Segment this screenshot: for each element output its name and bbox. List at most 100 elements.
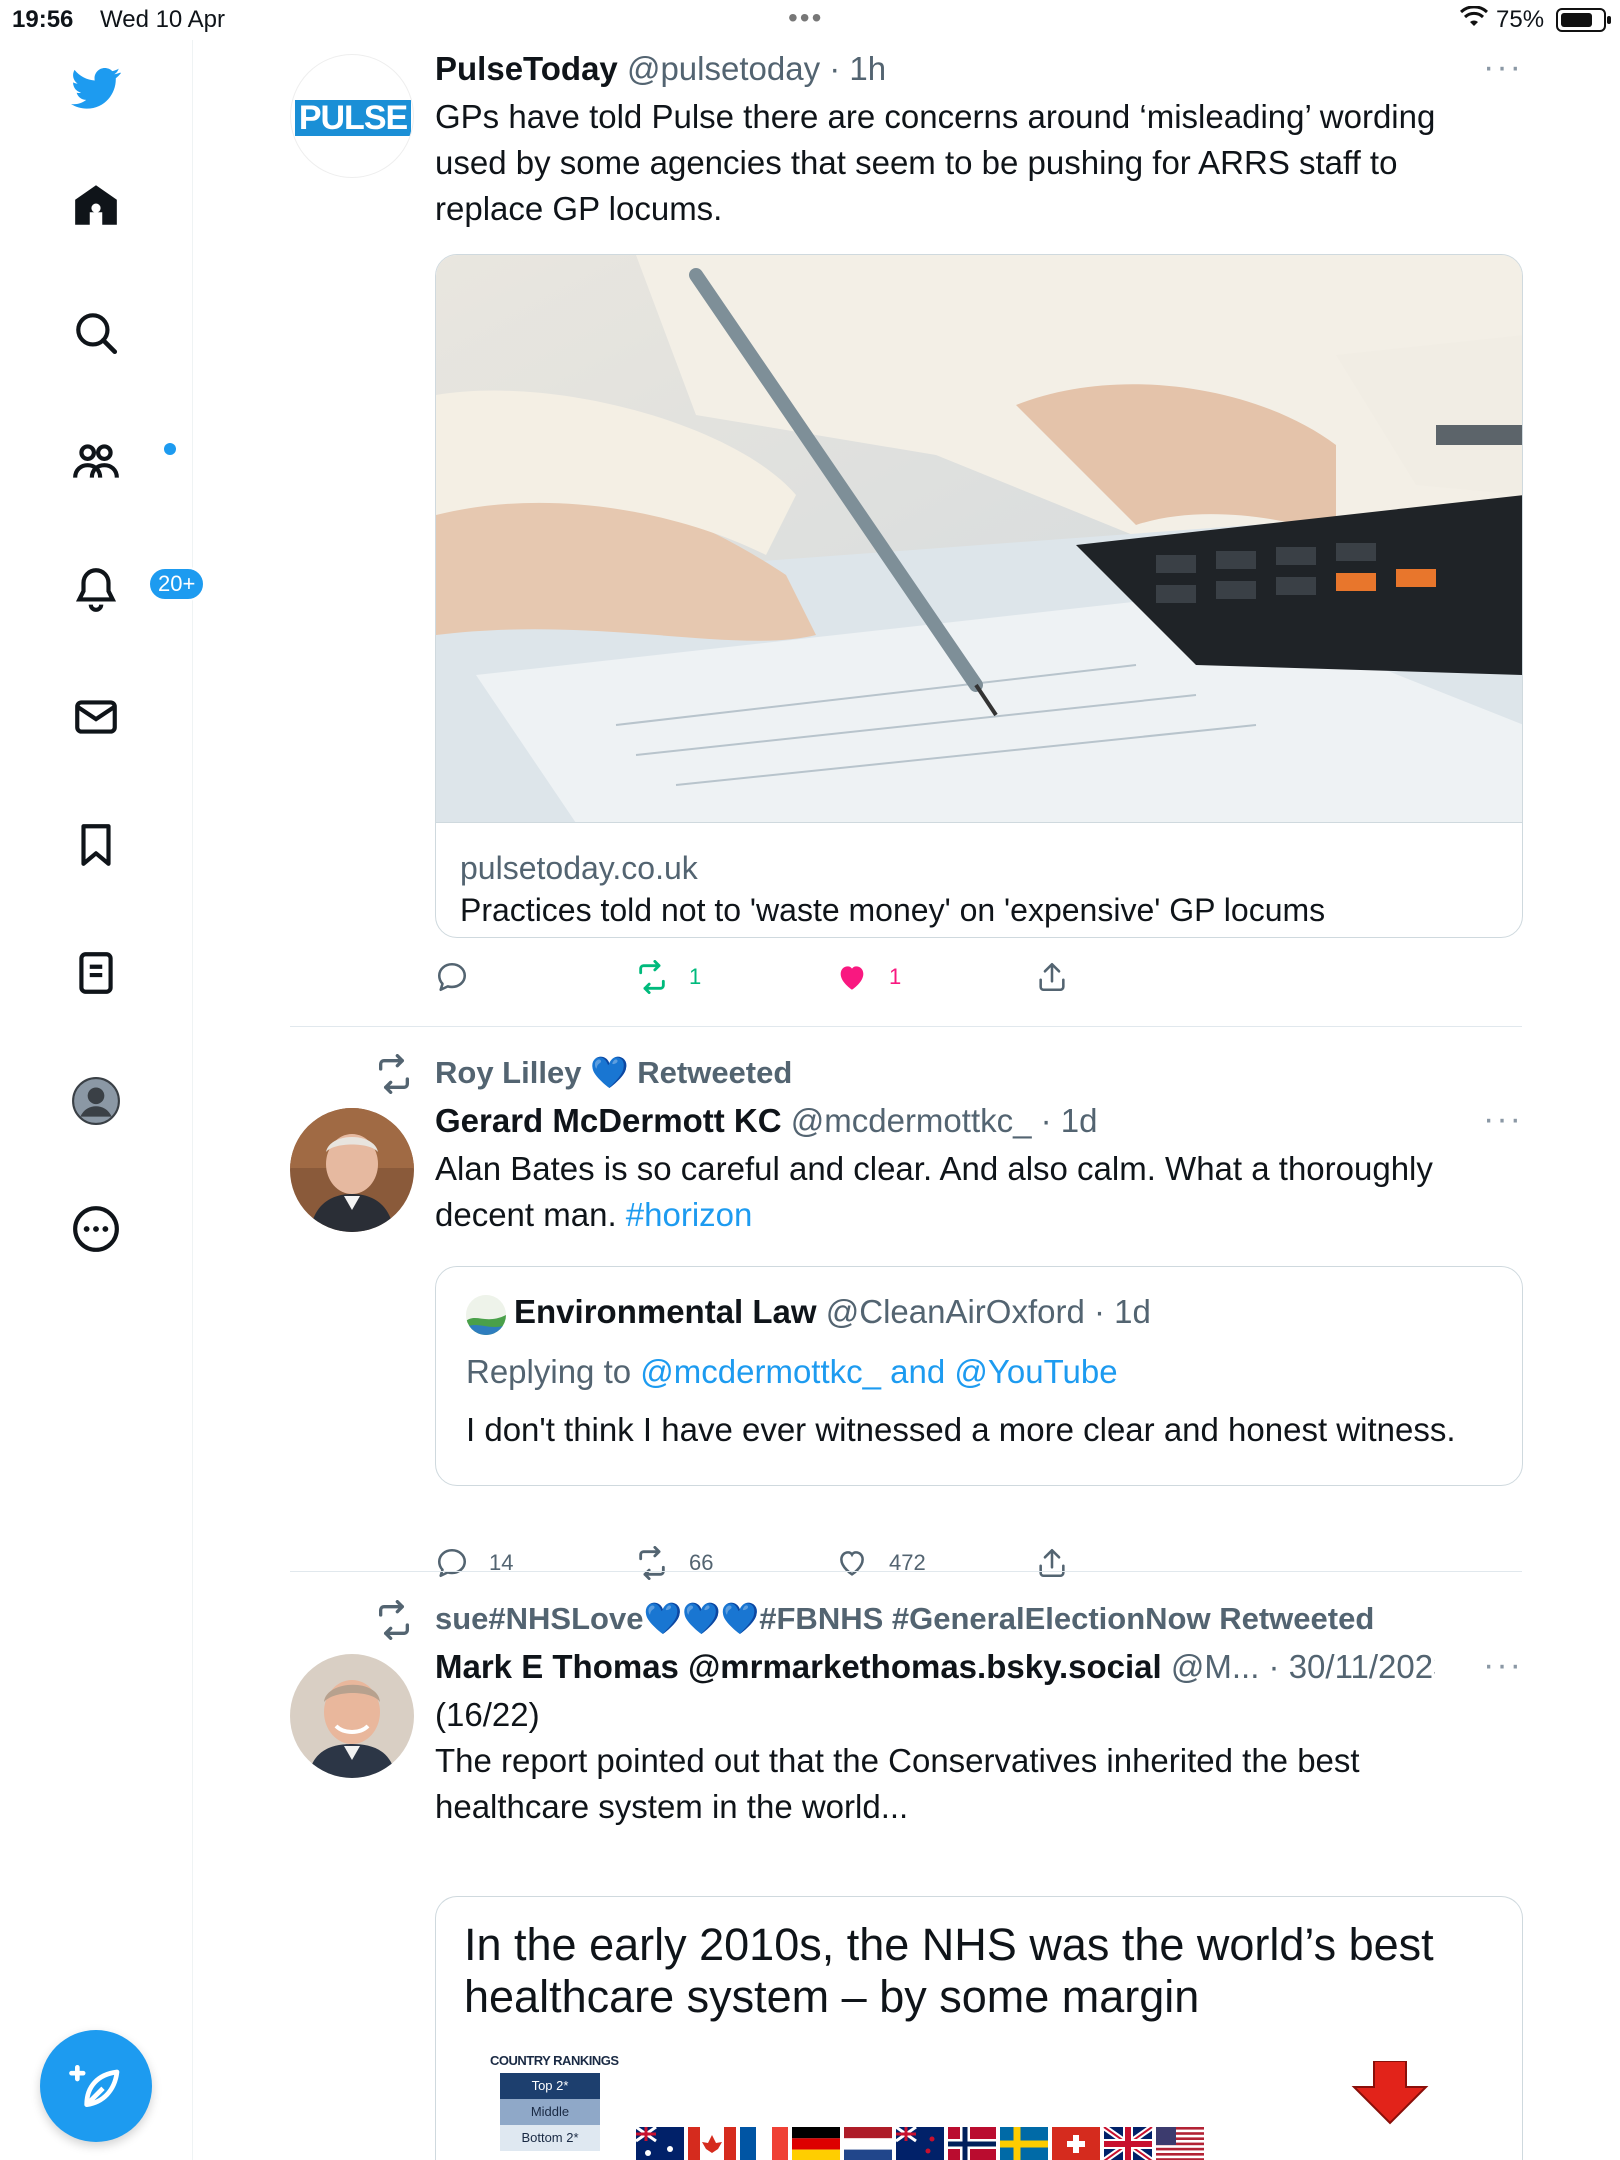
quoted-tweet[interactable]: Environmental Law @CleanAirOxford · 1d R… [435,1266,1523,1486]
share-button[interactable] [1035,960,1069,994]
tweet-text: GPs have told Pulse there are concerns a… [435,98,1436,227]
tweet-header: Mark E Thomas @mrmarkethomas.bsky.social… [435,1646,1435,1688]
hashtag-link[interactable]: #horizon [626,1196,753,1233]
replying-to-handles[interactable]: @mcdermottkc_ and @YouTube [640,1353,1117,1390]
notifications-badge: 20+ [148,567,206,601]
author-handle[interactable]: @mcdermottkc_ [791,1102,1032,1139]
author-name[interactable]: Gerard McDermott KC [435,1102,782,1139]
pulse-logo: PULSE [295,100,411,136]
like-button[interactable]: 472 [835,1546,926,1580]
sidebar: 20+ [0,40,206,2160]
search-icon[interactable] [60,297,132,369]
multitasking-dots-icon[interactable]: ••• [788,2,823,34]
tweet[interactable]: PULSE PulseToday @pulsetoday · 1h ··· GP… [290,40,1523,1026]
share-button[interactable] [1035,1546,1069,1580]
link-card-image [436,255,1522,823]
flag-nor [948,2127,996,2160]
avatar[interactable] [290,1654,414,1778]
retweet-context-icon [379,1600,409,1640]
retweeted-by: sue#NHSLove💙💙💙#FBNHS #GeneralElectionNow… [435,1601,1375,1636]
quoted-header: Environmental Law @CleanAirOxford · 1d [514,1291,1151,1333]
author-handle[interactable]: @pulsetoday [627,50,820,87]
flag-swiz [1052,2127,1100,2160]
tweet-time[interactable]: · 30/11/2023 [1269,1648,1435,1685]
battery-icon [1556,8,1611,32]
country-flags-row: AUSCANFRA GERNETHNZ NORSWESWIZ UKUS [635,2127,1204,2160]
image-headline: In the early 2010s, the NHS was the worl… [464,1919,1434,2022]
tweet-image[interactable]: In the early 2010s, the NHS was the worl… [435,1896,1523,2160]
bookmarks-icon[interactable] [60,809,132,881]
flag-ger [792,2127,840,2160]
more-options-icon[interactable]: ··· [1483,1646,1523,1685]
link-card-title: Practices told not to 'waste money' on '… [460,892,1326,928]
home-icon[interactable] [60,169,132,241]
tweet[interactable]: Roy Lilley 💙 Retweeted Gerard McDermott … [290,1040,1523,1580]
twitter-bird-icon[interactable] [60,52,132,124]
legend-top: Top 2* [500,2073,600,2099]
retweet-button[interactable]: 66 [635,1546,713,1580]
author-name[interactable]: PulseToday [435,50,618,87]
tweet-text: Alan Bates is so careful and clear. And … [435,1146,1495,1238]
tweet-actions: 14 66 472 [435,1546,1155,1586]
tweet[interactable]: sue#NHSLove💙💙💙#FBNHS #GeneralElectionNow… [290,1586,1523,2160]
tweet-actions: 1 1 [435,960,1155,1000]
status-date: Wed 10 Apr [100,6,225,33]
reply-button[interactable] [435,960,489,994]
tweet-text: The report pointed out that the Conserva… [435,1742,1360,1825]
flag-swe [1000,2127,1048,2160]
author-handle[interactable]: @M... [1171,1648,1260,1685]
compose-button[interactable] [40,2030,152,2142]
link-card[interactable]: pulsetoday.co.uk Practices told not to '… [435,254,1523,938]
tweet-content: PulseToday @pulsetoday · 1h ··· GPs have… [435,48,1523,232]
retweet-icon [639,960,665,994]
flag-fra [740,2127,788,2160]
flag-uk [1102,2127,1154,2160]
tweet-text-body: Alan Bates is so careful and clear. And … [435,1150,1433,1233]
profile-icon[interactable] [60,1065,132,1137]
author-name[interactable]: Mark E Thomas @mrmarkethomas.bsky.social [435,1648,1162,1685]
quoted-text: I don't think I have ever witnessed a mo… [466,1411,1456,1448]
like-button[interactable]: 1 [835,960,901,994]
flag-can [688,2127,736,2160]
heart-filled-icon [840,966,864,990]
retweet-button[interactable]: 1 [635,960,701,994]
quoted-avatar-logo [466,1295,506,1335]
replying-to-prefix: Replying to [466,1353,641,1390]
avatar[interactable] [290,1108,414,1232]
communities-notification-dot [164,443,176,455]
notifications-icon[interactable]: 20+ [60,553,206,625]
wifi-icon [1459,5,1489,35]
tweet-header: Gerard McDermott KC @mcdermottkc_ · 1d [435,1100,1523,1142]
retweet-icon [639,1546,665,1580]
more-options-icon[interactable]: ··· [1483,1100,1523,1139]
more-icon[interactable] [60,1193,132,1265]
replying-to: Replying to @mcdermottkc_ and @YouTube [466,1351,1118,1393]
tweet-content: Mark E Thomas @mrmarkethomas.bsky.social… [435,1646,1523,1830]
flag-aus [635,2127,684,2160]
lists-icon[interactable] [60,937,132,1009]
calculator-photo-image [436,255,1522,822]
heart-icon [840,1551,864,1576]
tweet-divider [290,1026,1522,1027]
flag-neth [844,2127,892,2160]
flag-nz [895,2127,944,2160]
avatar[interactable]: PULSE [290,54,414,178]
status-bar: 19:56 Wed 10 Apr ••• 75% [0,0,1620,40]
communities-icon[interactable] [60,425,176,497]
reply-button[interactable]: 14 [435,1546,513,1580]
share-icon [1039,962,1065,992]
quoted-author-handle: @CleanAirOxford [825,1293,1085,1330]
red-arrow-icon [1351,2061,1429,2125]
status-time: 19:56 [12,6,74,33]
retweet-context-icon [379,1054,409,1094]
reply-icon [437,1548,467,1578]
tweet-time[interactable]: · 1d [1041,1102,1098,1139]
quoted-time: · 1d [1094,1293,1151,1330]
tweet-text-line-1: (16/22) [435,1696,540,1733]
quoted-author-name: Environmental Law [514,1293,817,1330]
messages-icon[interactable] [60,681,132,753]
tweet-time[interactable]: · 1h [829,50,886,87]
link-card-domain: pulsetoday.co.uk [460,850,698,886]
more-options-icon[interactable]: ··· [1483,48,1523,87]
reply-count: 14 [489,1550,514,1575]
